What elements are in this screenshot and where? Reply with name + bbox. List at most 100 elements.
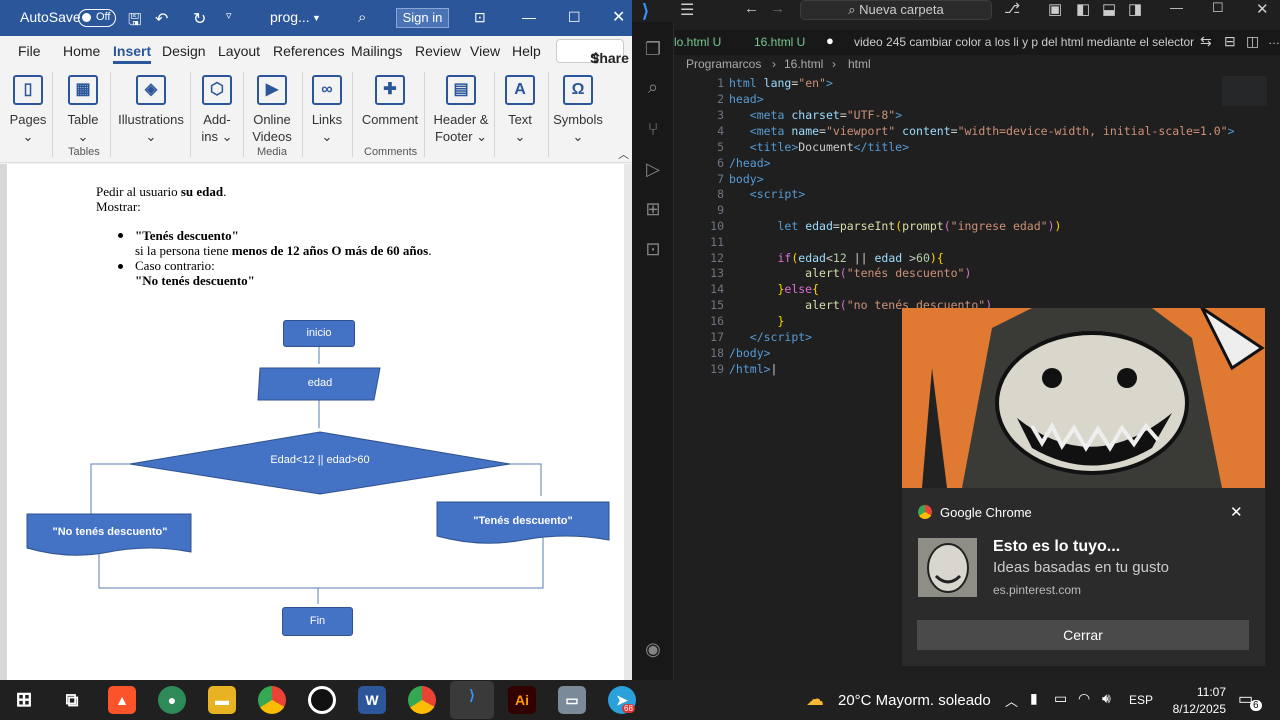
task-view-icon[interactable]: ⧉	[58, 686, 86, 714]
remote-icon[interactable]: ⊡	[640, 236, 666, 262]
minimize-icon[interactable]: —	[522, 9, 536, 25]
sidebar-toggle-icon[interactable]: ◧	[1076, 0, 1090, 18]
language-indicator[interactable]: ESP	[1129, 693, 1153, 707]
browser-icon[interactable]: ●	[158, 686, 186, 714]
divider	[424, 72, 425, 157]
share-button[interactable]: ⇪ Share	[556, 39, 629, 66]
addins-button[interactable]: ⬡ Add- ins ⌄	[194, 72, 240, 145]
maximize-icon[interactable]: ☐	[1212, 0, 1224, 16]
menu-help[interactable]: Help	[512, 43, 541, 59]
comment-button[interactable]: ✚ Comment	[360, 72, 420, 128]
menu-home[interactable]: Home	[63, 43, 100, 59]
copilot-icon[interactable]: ⎇	[1004, 0, 1020, 17]
app-icon[interactable]: ▭	[558, 686, 586, 714]
undo-icon[interactable]: ↶	[155, 9, 168, 29]
symbols-button[interactable]: Ω Symbols ⌄	[552, 72, 604, 145]
file-explorer-icon[interactable]: ▬	[208, 686, 236, 714]
obs-icon[interactable]	[308, 686, 336, 714]
links-button[interactable]: ∞ Links ⌄	[307, 72, 347, 145]
maximize-icon[interactable]: ☐	[568, 9, 581, 26]
brave-icon[interactable]: ▲	[108, 686, 136, 714]
pages-button[interactable]: ▯ Pages ⌄	[8, 72, 48, 145]
breadcrumb-folder[interactable]: Programarcos	[686, 57, 761, 71]
more-actions-icon[interactable]: …	[1268, 33, 1280, 47]
close-notification-button[interactable]: Cerrar	[917, 620, 1249, 650]
unsaved-dot-icon[interactable]: ●	[826, 33, 834, 48]
save-icon[interactable]: 🖫	[128, 9, 142, 36]
clock-date[interactable]: 8/12/2025	[1162, 702, 1226, 716]
divider	[190, 72, 191, 157]
clock-time[interactable]: 11:07	[1176, 685, 1226, 699]
tab-video-245[interactable]: video 245 cambiar color a los li y p del…	[854, 35, 1194, 49]
minimap[interactable]	[1222, 76, 1267, 106]
illustrator-icon[interactable]: Ai	[508, 686, 536, 714]
ribbon-display-icon[interactable]: ⊡	[474, 9, 486, 26]
line-number: 18	[710, 346, 724, 360]
menu-file[interactable]: File	[18, 43, 41, 59]
divider	[243, 72, 244, 157]
wifi-icon[interactable]: ◠	[1078, 690, 1090, 707]
tab-lo-html[interactable]: lo.html U	[674, 35, 721, 49]
start-icon[interactable]: ⊞	[10, 686, 38, 714]
split-editor-icon[interactable]: ◫	[1246, 33, 1259, 50]
menu-layout[interactable]: Layout	[218, 43, 260, 59]
open-changes-icon[interactable]: ⇆	[1200, 33, 1212, 50]
back-icon[interactable]: ←	[744, 0, 759, 17]
signin-button[interactable]: Sign in	[396, 8, 449, 28]
search-icon[interactable]: ⌕	[358, 9, 366, 26]
menu-insert[interactable]: Insert	[113, 43, 152, 64]
online-videos-button[interactable]: ▶ Online Videos	[246, 72, 298, 145]
doc-name[interactable]: prog...	[270, 9, 310, 25]
battery-icon[interactable]: ▭	[1054, 690, 1067, 707]
word-icon[interactable]: W	[358, 686, 386, 714]
close-icon[interactable]: ✕	[1230, 503, 1243, 521]
word-titlebar: AutoSave Off 🖫 ↶ ↻ ▿ prog... ▼ ⌕ Sign in…	[0, 0, 632, 36]
account-icon[interactable]: ◉	[640, 636, 666, 662]
chrome-icon[interactable]	[408, 686, 436, 714]
autosave-toggle[interactable]: Off	[78, 9, 116, 27]
volume-icon[interactable]: 🔊︎	[1102, 690, 1111, 707]
run-debug-icon[interactable]: ▷	[640, 156, 666, 182]
customize-icon[interactable]: ▿	[226, 9, 232, 22]
chrome-icon[interactable]	[258, 686, 286, 714]
tab-16-html[interactable]: 16.html U	[754, 35, 805, 49]
close-icon[interactable]: ✕	[1256, 0, 1269, 18]
header-footer-button[interactable]: ▤ Header & Footer ⌄	[430, 72, 492, 145]
omega-icon: Ω	[563, 75, 593, 105]
chevron-down-icon[interactable]: ▼	[312, 13, 321, 23]
usb-icon[interactable]: ▮	[1030, 690, 1038, 707]
layout-icon[interactable]: ▣	[1048, 0, 1062, 18]
secondary-sidebar-icon[interactable]: ◨	[1128, 0, 1142, 18]
vscode-icon[interactable]: ⟩	[450, 681, 494, 719]
forward-icon[interactable]: →	[770, 0, 785, 17]
menu-design[interactable]: Design	[162, 43, 206, 59]
text-button[interactable]: A Text ⌄	[500, 72, 540, 145]
code-line: /head>	[729, 156, 771, 170]
breadcrumb-symbol[interactable]: html	[848, 57, 871, 71]
weather-icon[interactable]: ☁	[806, 689, 824, 710]
weather-text[interactable]: 20°C Mayorm. soleado	[838, 692, 991, 709]
menu-review[interactable]: Review	[415, 43, 461, 59]
menu-references[interactable]: References	[273, 43, 345, 59]
panel-toggle-icon[interactable]: ⬓	[1102, 0, 1116, 18]
minimize-icon[interactable]: —	[1170, 0, 1183, 15]
redo-icon[interactable]: ↻	[193, 9, 206, 29]
menu-view[interactable]: View	[470, 43, 500, 59]
search-icon[interactable]: ⌕	[640, 74, 666, 100]
chevron-up-icon[interactable]: ︿	[1005, 691, 1018, 710]
line-number: 11	[710, 235, 724, 249]
code-line: <title>Document</title>	[749, 140, 910, 154]
line-number: 5	[717, 140, 724, 154]
explorer-icon[interactable]: ❐	[640, 36, 666, 62]
menu-mailings[interactable]: Mailings	[351, 43, 402, 59]
preview-icon[interactable]: ⊟	[1224, 33, 1236, 50]
close-icon[interactable]: ✕	[612, 7, 625, 27]
breadcrumb-file[interactable]: 16.html	[784, 57, 823, 71]
extensions-icon[interactable]: ⊞	[640, 196, 666, 222]
illustrations-button[interactable]: ◈ Illustrations ⌄	[116, 72, 186, 145]
menu-icon[interactable]: ☰	[680, 0, 694, 20]
table-button[interactable]: ▦ Table ⌄	[60, 72, 106, 145]
collapse-ribbon-icon[interactable]: ︿	[618, 146, 629, 162]
source-control-icon[interactable]: ⑂	[640, 116, 666, 142]
command-center[interactable]: ⌕ Nueva carpeta	[800, 0, 992, 20]
